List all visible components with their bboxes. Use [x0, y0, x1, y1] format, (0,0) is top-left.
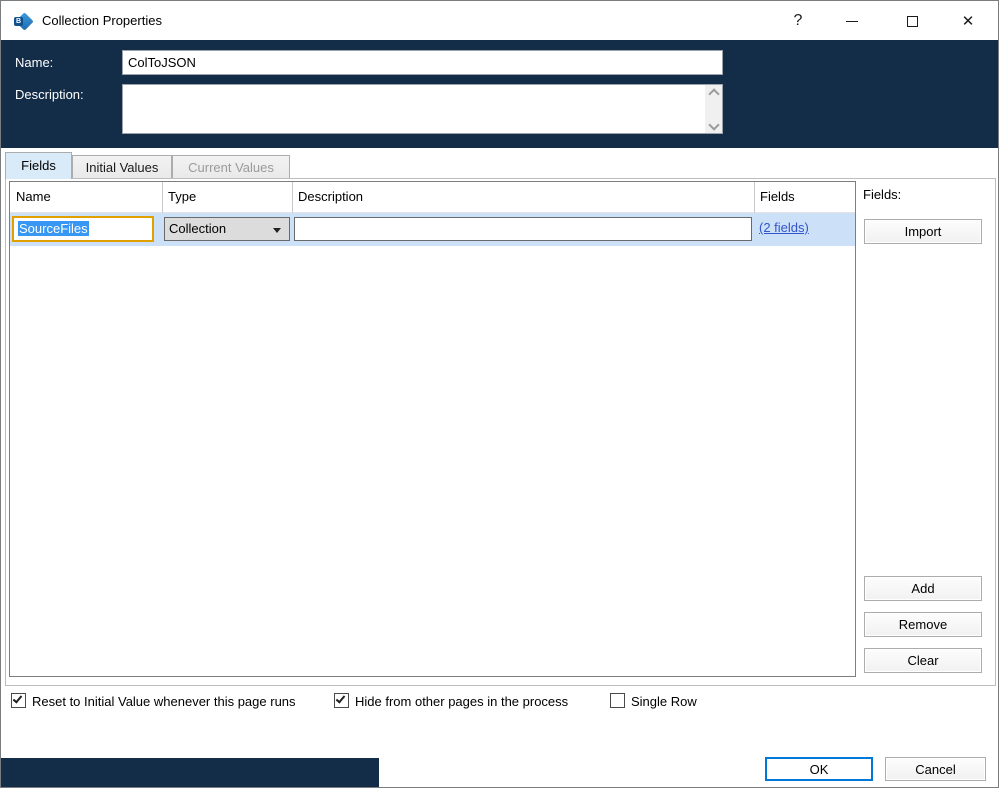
- checkbox-label[interactable]: Reset to Initial Value whenever this pag…: [32, 694, 296, 709]
- checkbox-box[interactable]: [610, 693, 625, 708]
- title-bar: B Collection Properties ? ✕: [1, 1, 998, 40]
- fields-count-link[interactable]: (2 fields): [759, 220, 809, 235]
- close-button[interactable]: ✕: [951, 6, 985, 36]
- column-header-description[interactable]: Description: [298, 189, 363, 204]
- minimize-icon: [846, 20, 858, 22]
- field-description-input[interactable]: [294, 217, 752, 241]
- fields-table: Name Type Description Fields SourceFiles…: [9, 181, 856, 677]
- check-icon: [12, 693, 23, 704]
- field-name-value: SourceFiles: [18, 221, 89, 236]
- maximize-icon: [906, 15, 918, 27]
- column-header-fields[interactable]: Fields: [760, 189, 795, 204]
- scroll-down-icon[interactable]: [709, 122, 717, 130]
- name-input[interactable]: [122, 50, 723, 75]
- chevron-down-icon: [273, 228, 281, 233]
- blueprism-logo-letter: B: [14, 17, 23, 26]
- minimize-button[interactable]: [835, 6, 869, 36]
- checkbox-box[interactable]: [334, 693, 349, 708]
- help-button[interactable]: ?: [781, 6, 815, 36]
- description-scrollbar[interactable]: [705, 85, 722, 133]
- ok-button[interactable]: OK: [765, 757, 873, 781]
- checkbox-label[interactable]: Single Row: [631, 694, 697, 709]
- field-name-input[interactable]: SourceFiles: [12, 216, 154, 242]
- header-panel: Name: Description:: [1, 40, 998, 148]
- fields-side-label: Fields:: [863, 187, 902, 202]
- import-button[interactable]: Import: [864, 219, 982, 244]
- add-button[interactable]: Add: [864, 576, 982, 601]
- cancel-button[interactable]: Cancel: [885, 757, 986, 781]
- column-header-type[interactable]: Type: [168, 189, 196, 204]
- tab-current-values: Current Values: [172, 155, 290, 179]
- checkbox-label[interactable]: Hide from other pages in the process: [355, 694, 568, 709]
- tab-initial-values[interactable]: Initial Values: [72, 155, 172, 179]
- tab-fields[interactable]: Fields: [5, 152, 72, 179]
- check-icon: [335, 693, 346, 704]
- column-header-name[interactable]: Name: [16, 189, 51, 204]
- field-type-dropdown[interactable]: Collection: [164, 217, 290, 241]
- checkbox-box[interactable]: [11, 693, 26, 708]
- maximize-button[interactable]: [895, 6, 929, 36]
- collection-properties-dialog: B Collection Properties ? ✕ Name: Descri…: [0, 0, 999, 788]
- description-textarea[interactable]: [122, 84, 723, 134]
- table-header-row: Name Type Description Fields: [10, 182, 855, 213]
- window-title: Collection Properties: [42, 13, 162, 28]
- clear-button[interactable]: Clear: [864, 648, 982, 673]
- blueprism-logo-icon: B: [14, 12, 34, 31]
- description-label: Description:: [15, 87, 84, 102]
- remove-button[interactable]: Remove: [864, 612, 982, 637]
- name-label: Name:: [15, 55, 54, 70]
- scroll-up-icon[interactable]: [709, 88, 717, 96]
- table-row[interactable]: SourceFiles Collection (2 fields): [10, 213, 855, 246]
- footer-accent-bar: [1, 758, 379, 787]
